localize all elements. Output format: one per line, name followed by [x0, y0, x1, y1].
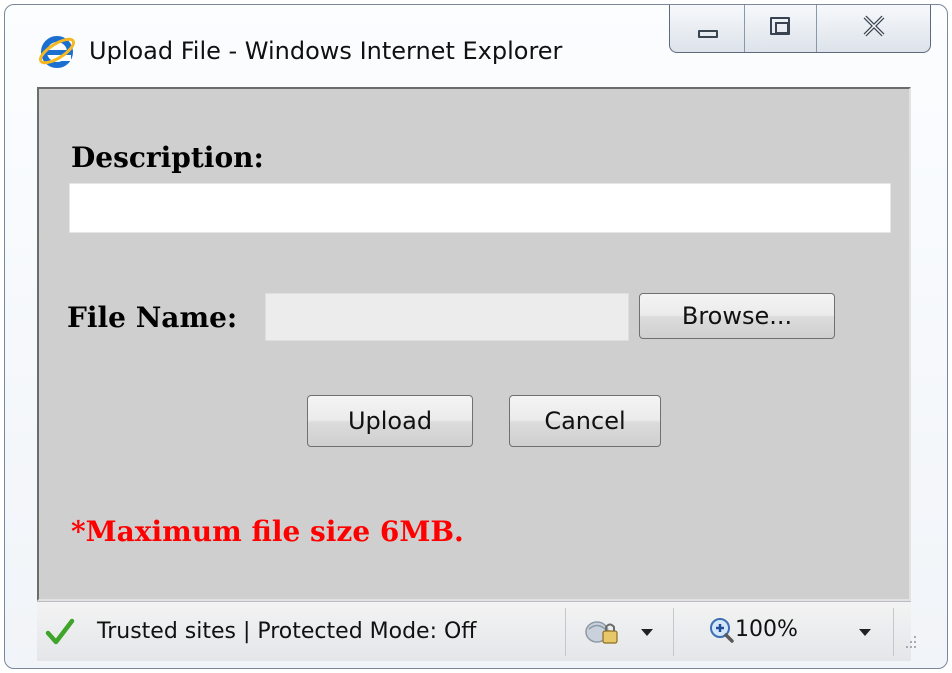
- internet-explorer-icon: [38, 36, 76, 68]
- maximize-button[interactable]: [745, 5, 817, 52]
- cancel-button[interactable]: Cancel: [509, 395, 661, 447]
- file-name-label: File Name:: [67, 301, 238, 334]
- security-dropdown-icon[interactable]: [641, 629, 653, 636]
- status-bar: Trusted sites | Protected Mode: Off 100%: [37, 601, 916, 661]
- maximize-icon: [770, 17, 791, 35]
- zoom-level[interactable]: 100%: [735, 614, 798, 646]
- minimize-button[interactable]: [670, 5, 746, 52]
- window-title: Upload File - Windows Internet Explorer: [89, 37, 563, 65]
- max-file-size-note: *Maximum file size 6MB.: [71, 515, 464, 548]
- security-zone-text[interactable]: Trusted sites | Protected Mode: Off: [97, 616, 476, 648]
- close-icon: [863, 15, 885, 37]
- magnifier-icon[interactable]: [707, 616, 735, 644]
- status-divider: [893, 608, 894, 656]
- close-button[interactable]: [817, 5, 930, 52]
- resize-grip-icon[interactable]: [899, 632, 919, 654]
- caption-buttons: [669, 5, 931, 53]
- status-divider: [673, 608, 674, 656]
- upload-button[interactable]: Upload: [307, 395, 473, 447]
- title-bar[interactable]: Upload File - Windows Internet Explorer: [5, 5, 947, 87]
- minimize-icon: [698, 30, 718, 38]
- description-input[interactable]: [69, 183, 891, 233]
- browser-window: Upload File - Windows Internet Explorer …: [4, 4, 948, 669]
- file-name-input[interactable]: [265, 293, 629, 341]
- browse-button[interactable]: Browse...: [639, 293, 835, 339]
- checkmark-icon: [45, 618, 75, 645]
- status-divider: [565, 608, 566, 656]
- description-label: Description:: [71, 141, 264, 174]
- security-lock-icon[interactable]: [583, 616, 623, 648]
- page-content: Description: File Name: Browse... Upload…: [37, 87, 911, 601]
- zoom-dropdown-icon[interactable]: [859, 629, 871, 636]
